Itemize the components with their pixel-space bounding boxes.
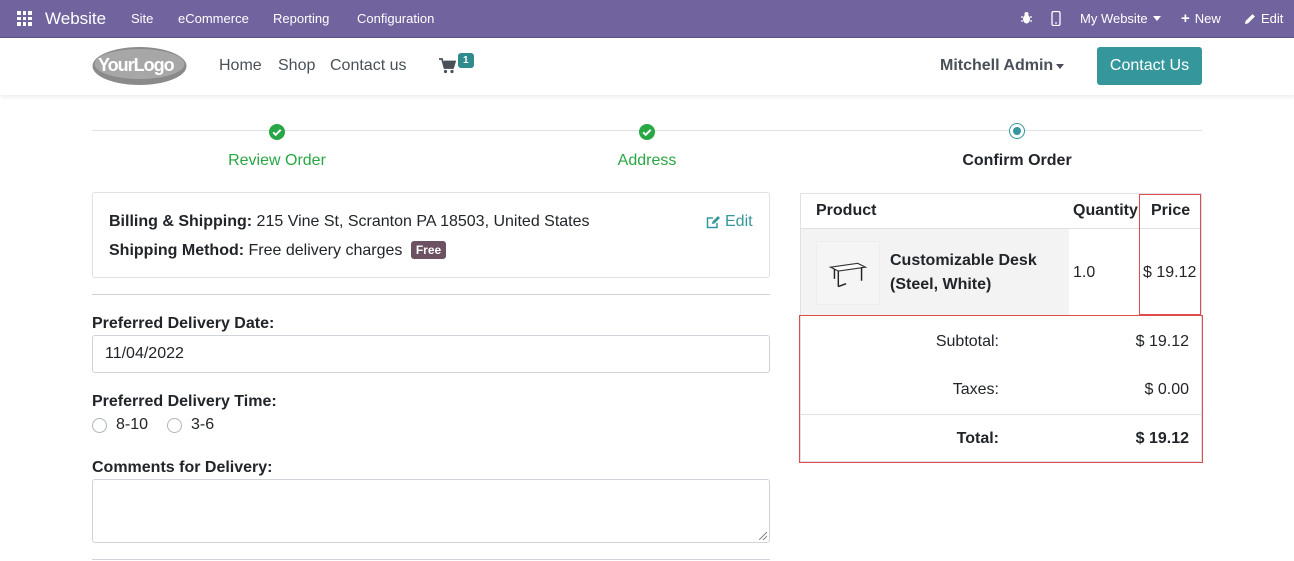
contact-us-button[interactable]: Contact Us	[1097, 47, 1202, 85]
billing-address-row: Billing & Shipping: 215 Vine St, Scranto…	[109, 213, 590, 231]
billing-address-label: Billing & Shipping:	[109, 213, 253, 230]
cart-count-badge: 1	[458, 53, 474, 68]
product-image[interactable]	[816, 241, 880, 305]
shipping-method-row: Shipping Method: Free delivery charges F…	[109, 241, 447, 260]
website-selector[interactable]: My Website	[1080, 11, 1161, 26]
shipping-method-label: Shipping Method:	[109, 242, 245, 259]
check-circle-icon	[639, 124, 655, 140]
debug-icon[interactable]	[1020, 11, 1033, 25]
caret-down-icon	[1056, 64, 1064, 69]
shipping-method-value: Free delivery charges	[248, 242, 403, 259]
admin-navbar: Website Site eCommerce Reporting Configu…	[0, 0, 1294, 38]
delivery-date-label: Preferred Delivery Date:	[92, 315, 275, 332]
wizard-step-address[interactable]: Address	[547, 152, 747, 170]
user-menu[interactable]: Mitchell Admin	[940, 57, 1053, 75]
pencil-icon	[1245, 13, 1255, 24]
cart-icon[interactable]	[439, 58, 456, 74]
caret-down-icon	[1152, 16, 1161, 21]
delivery-comments-textarea[interactable]	[92, 479, 770, 543]
time-option-radio-8-10[interactable]	[92, 418, 107, 433]
edit-address-link[interactable]: Edit	[706, 213, 753, 231]
menu-reporting[interactable]: Reporting	[273, 11, 329, 26]
time-option-radio-3-6[interactable]	[167, 418, 182, 433]
divider	[92, 294, 770, 295]
nav-home[interactable]: Home	[219, 57, 262, 75]
product-name[interactable]: Customizable Desk (Steel, White)	[890, 249, 1060, 297]
wizard-step-confirm-order: Confirm Order	[962, 152, 1072, 169]
delivery-comments-label: Comments for Delivery:	[92, 459, 273, 476]
check-circle-icon	[269, 124, 285, 140]
plus-icon: +	[1181, 10, 1190, 27]
current-step-dot-icon	[1009, 123, 1025, 139]
app-brand: Website	[45, 9, 107, 28]
divider	[92, 559, 770, 560]
menu-configuration[interactable]: Configuration	[357, 11, 434, 26]
resize-grip-icon[interactable]	[759, 532, 767, 540]
logo-text: YourLogo	[98, 55, 175, 75]
time-option-label: 3-6	[191, 416, 215, 433]
nav-shop[interactable]: Shop	[278, 57, 315, 75]
wizard-step-review-order[interactable]: Review Order	[177, 152, 377, 170]
site-header: YourLogo Home Shop Contact us 1 Mitchell…	[0, 38, 1294, 95]
totals-highlight	[799, 315, 1203, 463]
new-label: New	[1194, 11, 1221, 26]
column-header-quantity: Quantity	[1073, 202, 1138, 219]
apps-grid-icon[interactable]	[17, 11, 32, 26]
column-header-product: Product	[816, 202, 877, 219]
price-column-highlight	[1139, 194, 1201, 315]
new-button[interactable]: + New	[1181, 11, 1221, 26]
nav-contact-us[interactable]: Contact us	[330, 57, 406, 75]
edit-link-label: Edit	[725, 213, 753, 230]
edit-label: Edit	[1261, 11, 1284, 26]
menu-ecommerce[interactable]: eCommerce	[178, 11, 249, 26]
free-badge: Free	[410, 241, 447, 259]
mobile-preview-icon[interactable]	[1051, 11, 1061, 26]
delivery-date-input[interactable]: 11/04/2022	[92, 335, 770, 373]
website-selector-label: My Website	[1080, 11, 1148, 26]
time-option-label: 8-10	[116, 416, 149, 433]
product-quantity: 1.0	[1073, 264, 1096, 281]
delivery-time-label: Preferred Delivery Time:	[92, 393, 277, 410]
menu-site[interactable]: Site	[131, 11, 153, 26]
logo[interactable]: YourLogo	[92, 46, 187, 86]
billing-address-value: 215 Vine St, Scranton PA 18503, United S…	[256, 213, 590, 230]
billing-shipping-card: Billing & Shipping: 215 Vine St, Scranto…	[92, 192, 770, 278]
edit-square-icon	[706, 216, 720, 229]
edit-button[interactable]: Edit	[1244, 11, 1283, 26]
